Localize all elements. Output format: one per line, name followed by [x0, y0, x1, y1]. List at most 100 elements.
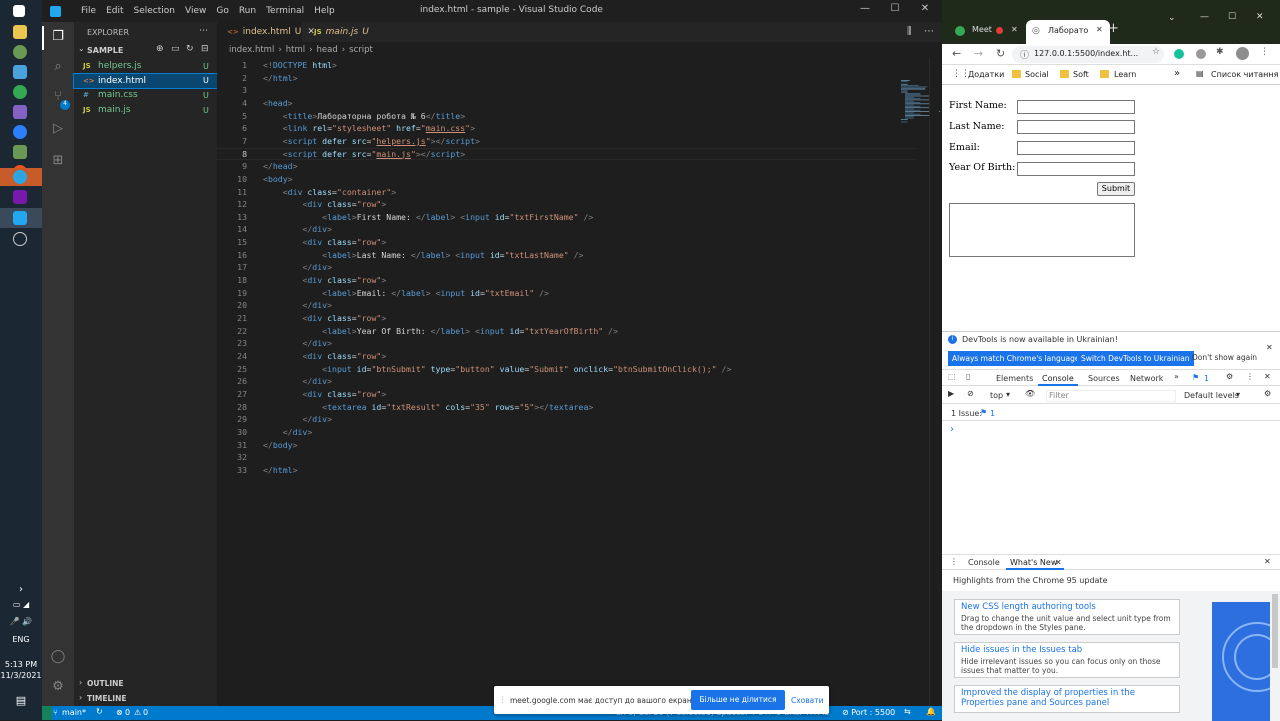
stop-sharing-button[interactable]: Більше не ділитися [691, 690, 785, 710]
folder-chevron-icon[interactable]: ⌄ [78, 44, 85, 53]
issues-badge-icon[interactable]: ⚑ [1192, 373, 1199, 382]
warnings-icon[interactable]: ⚠ [134, 708, 141, 717]
menu-item[interactable]: Run [239, 6, 256, 16]
bookmark-apps[interactable]: Додатки [968, 70, 1004, 79]
drag-handle-icon[interactable]: ⋮ [499, 695, 507, 704]
grammarly-icon[interactable] [1174, 49, 1184, 59]
tab-sources[interactable]: Sources [1088, 374, 1120, 383]
file-item[interactable]: <> index.html U [73, 72, 218, 89]
tab-active[interactable]: ◎ Лаборато ✕ [1026, 20, 1110, 44]
taskbar-app-icon[interactable] [13, 145, 27, 159]
chrome-close-button[interactable]: ✕ [1256, 12, 1264, 22]
timeline-section[interactable]: TIMELINE [87, 694, 126, 703]
minimize-button[interactable]: — [850, 3, 880, 19]
search-icon[interactable]: ⌕ [50, 59, 66, 75]
onenote-icon[interactable] [13, 190, 27, 204]
menu-item[interactable]: Help [314, 6, 335, 16]
console-settings-icon[interactable]: ⚙ [1264, 389, 1271, 398]
address-bar[interactable]: ⓘ 127.0.0.1:5500/index.ht... ☆ [1012, 46, 1164, 63]
url-text[interactable]: 127.0.0.1:5500/index.ht... [1034, 49, 1138, 58]
devtools-settings-icon[interactable]: ⚙ [1226, 372, 1233, 381]
sync-icon[interactable]: ↻ [96, 707, 103, 716]
card-title[interactable]: Hide issues in the Issues tab [961, 645, 1173, 655]
whats-new-card[interactable]: Improved the display of properties in th… [954, 685, 1180, 713]
branch-name[interactable]: main* [62, 708, 86, 717]
file-item[interactable]: # main.css U [74, 88, 217, 102]
drawer-tab-whats-new[interactable]: What's New [1010, 558, 1057, 567]
chrome-minimize-button[interactable]: — [1200, 12, 1209, 22]
always-match-button[interactable]: Always match Chrome's language [948, 351, 1084, 366]
clear-console-icon[interactable]: ⊘ [967, 389, 974, 398]
feedback-icon[interactable]: ⇆ [904, 707, 911, 716]
tab-console[interactable]: Console [1042, 374, 1074, 383]
warnings-count[interactable]: 0 [143, 708, 148, 717]
notification-icon[interactable]: ▤ [0, 694, 42, 707]
live-expression-icon[interactable]: 👁 [1025, 389, 1035, 398]
year-input[interactable] [1017, 162, 1135, 176]
last-name-input[interactable] [1017, 120, 1135, 134]
port-indicator[interactable]: ⊘ Port : 5500 [842, 708, 895, 717]
tab-search-icon[interactable]: ⌄ [1168, 13, 1176, 23]
tab-index-html[interactable]: <> index.html U ✕ [217, 22, 315, 42]
visual-studio-taskbar-icon[interactable] [13, 105, 27, 119]
scrollbar[interactable] [929, 58, 939, 706]
reload-icon[interactable]: ↻ [996, 47, 1005, 60]
hide-button[interactable]: Сховати [791, 696, 824, 705]
more-actions-icon[interactable]: ⋯ [199, 26, 208, 36]
bookmark-star-icon[interactable]: ☆ [1152, 47, 1160, 57]
taskbar-app-icon[interactable] [13, 45, 27, 59]
clock-time[interactable]: 5:13 PM [0, 660, 42, 669]
errors-icon[interactable]: ⊗ [116, 708, 123, 717]
reading-list[interactable]: Список читання [1211, 70, 1278, 79]
extension-icon[interactable] [1196, 49, 1206, 59]
card-title[interactable]: New CSS length authoring tools [961, 602, 1173, 612]
context-select[interactable]: top [990, 391, 1003, 400]
menu-item[interactable]: Selection [134, 6, 175, 16]
breadcrumb-item[interactable]: html [286, 45, 305, 55]
context-dropdown-icon[interactable]: ▾ [1006, 390, 1010, 399]
bookmark-soft[interactable]: Soft [1073, 70, 1089, 79]
devtools-close-icon[interactable]: ✕ [1264, 372, 1271, 381]
menu-item[interactable]: File [81, 6, 96, 16]
drawer-close-icon[interactable]: ✕ [1264, 557, 1271, 566]
refresh-icon[interactable]: ↻ [186, 44, 194, 54]
clock-app-icon[interactable] [13, 232, 27, 246]
volume-icon[interactable]: 🎤 🔊 [0, 617, 42, 626]
file-item[interactable]: JS main.js U [74, 103, 217, 117]
more-bookmarks-icon[interactable]: » [1174, 68, 1180, 79]
settings-gear-icon[interactable]: ⚙ [50, 679, 66, 695]
result-textarea[interactable] [949, 203, 1135, 257]
close-tab-icon[interactable]: ✕ [1011, 25, 1018, 34]
menu-item[interactable]: Edit [106, 6, 123, 16]
whats-new-card[interactable]: New CSS length authoring tools Drag to ch… [954, 599, 1180, 635]
file-item[interactable]: JS helpers.js U [74, 59, 217, 73]
more-panels-icon[interactable]: » [1174, 372, 1179, 381]
menu-item[interactable]: Terminal [266, 6, 304, 16]
log-levels-select[interactable]: Default levels [1184, 391, 1239, 400]
inspect-icon[interactable]: ⬚ [948, 372, 956, 381]
forward-icon[interactable]: → [974, 47, 983, 60]
chrome-taskbar-icon[interactable] [13, 85, 27, 99]
drawer-scrollbar[interactable] [1272, 594, 1278, 668]
new-folder-icon[interactable]: ▭ [171, 44, 180, 54]
run-debug-icon[interactable]: ▷ [50, 121, 66, 137]
new-tab-button[interactable]: + [1108, 21, 1119, 36]
email-input[interactable] [1017, 141, 1135, 155]
maximize-button[interactable]: ☐ [880, 3, 910, 19]
language-indicator[interactable]: ENG [0, 635, 42, 644]
chrome-maximize-button[interactable]: ☐ [1228, 12, 1236, 22]
issues-row[interactable]: 1 Issue: ⚑ 1 [942, 405, 1280, 421]
menu-item[interactable]: Go [216, 6, 228, 16]
new-file-icon[interactable]: ⊕ [156, 44, 164, 54]
battery-icon[interactable]: ▭ ◢ [0, 600, 42, 609]
devtools-menu-icon[interactable]: ⋮ [1246, 372, 1254, 381]
whats-new-close-icon[interactable]: ✕ [1055, 558, 1062, 567]
levels-dropdown-icon[interactable]: ▾ [1236, 390, 1240, 399]
explorer-icon[interactable]: ❐ [50, 29, 66, 45]
menu-item[interactable]: View [185, 6, 206, 16]
bookmark-social[interactable]: Social [1025, 70, 1049, 79]
drawer-tab-console[interactable]: Console [968, 558, 1000, 567]
remote-icon[interactable] [42, 706, 52, 720]
whats-new-card[interactable]: Hide issues in the Issues tab Hide irrele… [954, 642, 1180, 678]
notifications-bell-icon[interactable]: 🔔 [926, 707, 936, 716]
